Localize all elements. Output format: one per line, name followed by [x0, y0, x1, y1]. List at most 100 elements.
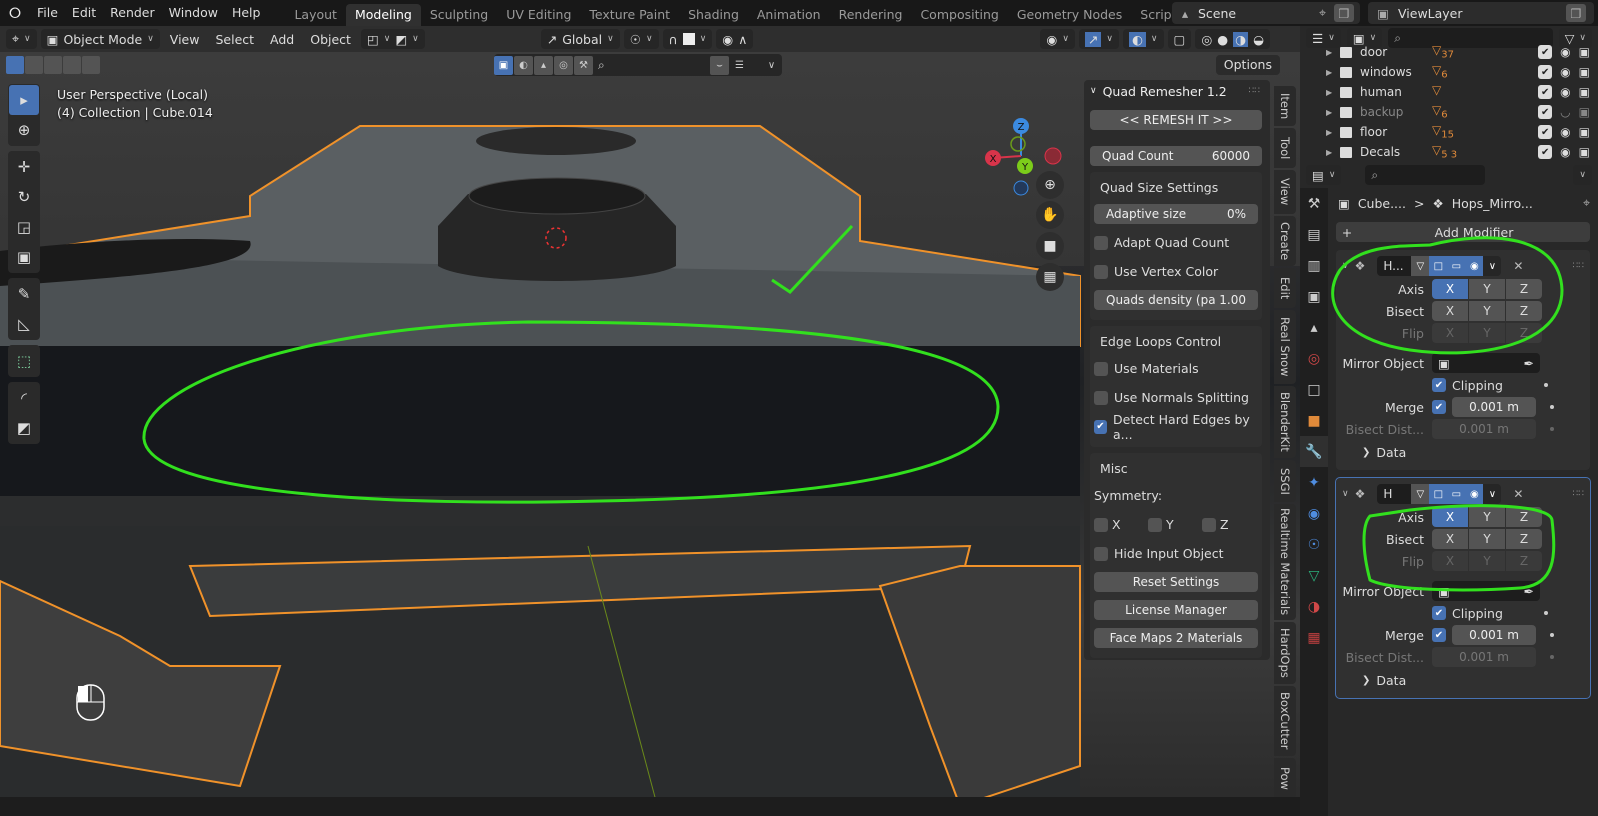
symmetry-y-checkbox[interactable] [1148, 517, 1162, 532]
camera-render-icon[interactable]: ▣ [1579, 145, 1590, 159]
eye-icon[interactable]: ◉ [1560, 65, 1570, 79]
tab-view[interactable]: View [1274, 170, 1296, 214]
checkbox[interactable] [1094, 264, 1108, 279]
options-button[interactable]: Options [1215, 55, 1280, 75]
checkbox[interactable] [1094, 361, 1108, 376]
hand-pan-icon[interactable]: ✋ [1036, 201, 1064, 229]
xray-toggle[interactable]: ▢ [1167, 29, 1192, 49]
mode-dropdown[interactable]: ▣ Object Mode ∨ [40, 29, 160, 49]
select-extend-icon[interactable] [25, 56, 43, 74]
checkbox[interactable] [1094, 235, 1108, 250]
camera-render-icon[interactable]: ▣ [1579, 45, 1590, 59]
zoom-icon[interactable]: ⊕ [1036, 171, 1064, 199]
reset-settings-button[interactable]: Reset Settings [1094, 572, 1258, 592]
use-vertex-color-checkbox[interactable]: Use Vertex Color [1090, 257, 1262, 286]
add-cube-tool-icon[interactable]: ⬚ [9, 346, 39, 376]
exclude-checkbox[interactable]: ✔ [1538, 65, 1553, 79]
overlays-toggle[interactable]: ◐ ∨ [1122, 29, 1164, 49]
scale-tool-icon[interactable]: ◲ [9, 212, 39, 242]
visibility-dropdown[interactable]: ◉ ∨ [1040, 29, 1075, 49]
tab-real-snow[interactable]: Real Snow [1274, 310, 1296, 384]
pivot-dropdown[interactable]: ☉ ∨ [623, 29, 659, 49]
new-view-layer-icon[interactable]: ❐ [1566, 4, 1586, 22]
outliner-row-decals[interactable]: ▶ Decals ▽5 3 ✔ ◉ ▣ [1300, 142, 1598, 162]
tab-tool[interactable]: Tool [1274, 128, 1296, 168]
collapse-chevron-icon[interactable]: ∨ [1090, 86, 1097, 96]
tab-animation[interactable]: Animation [748, 4, 830, 26]
expand-arrow-icon[interactable]: ▶ [1326, 68, 1340, 77]
outliner-row-human[interactable]: ▶ human ▽ ✔ ◉ ▣ [1300, 82, 1598, 102]
annotate-tool-icon[interactable]: ✎ [9, 279, 39, 309]
checkbox[interactable] [1094, 390, 1108, 405]
drag-handle-icon[interactable]: ∷∷ [1249, 86, 1260, 96]
snap-dropdown[interactable]: ∩ ∨ [662, 29, 713, 49]
editor-type-dropdown[interactable]: ⌖ ∨ [6, 29, 37, 49]
menu-help[interactable]: Help [225, 0, 268, 26]
object-filter-icon[interactable]: ▣ [494, 55, 513, 75]
select-intersect-icon[interactable] [82, 56, 100, 74]
menu-file[interactable]: File [30, 0, 65, 26]
outliner-row-backup[interactable]: ▶ backup ▽6 ✔ ◡ ▣ [1300, 102, 1598, 122]
pin-icon[interactable]: ⌖ [1319, 5, 1326, 21]
select-invert-icon[interactable] [63, 56, 81, 74]
tab-hardops[interactable]: HardOps [1274, 622, 1296, 684]
tab-sculpting[interactable]: Sculpting [421, 4, 497, 26]
hierarchy-icon[interactable]: ☰ [730, 56, 749, 75]
shading-modes[interactable]: ◎ ● ◑ ◒ [1195, 29, 1270, 49]
proportional-edit[interactable]: ◉ ∧ [716, 29, 754, 49]
use-normals-splitting-checkbox[interactable]: Use Normals Splitting [1090, 383, 1262, 412]
outliner-row-door[interactable]: ▶ door ▽37 ✔ ◉ ▣ [1300, 42, 1598, 62]
tab-boxcutter[interactable]: BoxCutter [1274, 686, 1296, 756]
gizmos-toggle[interactable]: ↗ ∨ [1078, 29, 1119, 49]
menu-view[interactable]: View [164, 32, 206, 47]
cursor-tool-icon[interactable]: ⊕ [9, 115, 39, 145]
chevron-down-icon[interactable]: ∨ [762, 56, 781, 75]
world-filter-icon[interactable]: ◎ [554, 55, 573, 75]
tab-create[interactable]: Create [1274, 216, 1296, 266]
quads-density-field[interactable]: Quads density (pa 1.00 [1094, 290, 1258, 310]
tab-modeling[interactable]: Modeling [345, 4, 421, 26]
hide-input-object-checkbox[interactable]: Hide Input Object [1090, 539, 1262, 568]
menu-select[interactable]: Select [209, 32, 260, 47]
symmetry-x-checkbox[interactable] [1094, 517, 1108, 532]
brush-filter-icon[interactable]: ⚒ [574, 55, 593, 75]
measure-tool-icon[interactable]: ◺ [9, 309, 39, 339]
exclude-checkbox[interactable]: ✔ [1538, 145, 1553, 159]
symmetry-z-checkbox[interactable] [1202, 517, 1216, 532]
exclude-checkbox[interactable]: ✔ [1538, 45, 1553, 59]
transform-tool-icon[interactable]: ▣ [9, 242, 39, 272]
wireframe-icon[interactable]: ◎ [1201, 32, 1212, 47]
tab-pow[interactable]: Pow [1274, 758, 1296, 798]
adapt-quad-count-checkbox[interactable]: Adapt Quad Count [1090, 228, 1262, 257]
camera-render-icon[interactable]: ▣ [1579, 85, 1590, 99]
tab-realtime-materials[interactable]: Realtime Materials [1274, 504, 1296, 620]
eye-icon[interactable]: ◉ [1560, 145, 1570, 159]
scene-selector[interactable]: ▴ Scene ⌖ ❐ [1172, 2, 1360, 24]
exclude-checkbox[interactable]: ✔ [1538, 105, 1553, 119]
scene-filter-icon[interactable]: ▴ [534, 55, 553, 75]
orientation-dropdown[interactable]: ↗ Global ∨ [540, 29, 620, 49]
exclude-checkbox[interactable]: ✔ [1538, 85, 1553, 99]
new-scene-icon[interactable]: ❐ [1334, 4, 1354, 22]
quad-count-field[interactable]: Quad Count 60000 [1090, 146, 1262, 166]
remesh-button[interactable]: << REMESH IT >> [1090, 110, 1262, 130]
material-preview-icon[interactable]: ◑ [1233, 31, 1249, 47]
tab-geometry-nodes[interactable]: Geometry Nodes [1008, 4, 1131, 26]
panel-header[interactable]: ∨ Quad Remesher 1.2 ∷∷ [1084, 80, 1270, 102]
tab-uv-editing[interactable]: UV Editing [497, 4, 580, 26]
tab-ssgi[interactable]: SSGI [1274, 460, 1296, 502]
menu-render[interactable]: Render [103, 0, 162, 26]
tab-texture-paint[interactable]: Texture Paint [580, 4, 679, 26]
detect-hard-edges-checkbox[interactable]: ✔ Detect Hard Edges by a... [1090, 412, 1262, 442]
adaptive-size-field[interactable]: Adaptive size 0% [1094, 204, 1258, 224]
use-materials-checkbox[interactable]: Use Materials [1090, 354, 1262, 383]
menu-add[interactable]: Add [264, 32, 300, 47]
eye-icon[interactable]: ◉ [1560, 45, 1570, 59]
tab-item[interactable]: Item [1274, 86, 1296, 126]
tab-rendering[interactable]: Rendering [830, 4, 912, 26]
expand-arrow-icon[interactable]: ▶ [1326, 108, 1340, 117]
rotate-tool-icon[interactable]: ↻ [9, 182, 39, 212]
tab-shading[interactable]: Shading [679, 4, 748, 26]
camera-render-icon[interactable]: ▣ [1579, 105, 1590, 119]
move-tool-icon[interactable]: ✛ [9, 152, 39, 182]
